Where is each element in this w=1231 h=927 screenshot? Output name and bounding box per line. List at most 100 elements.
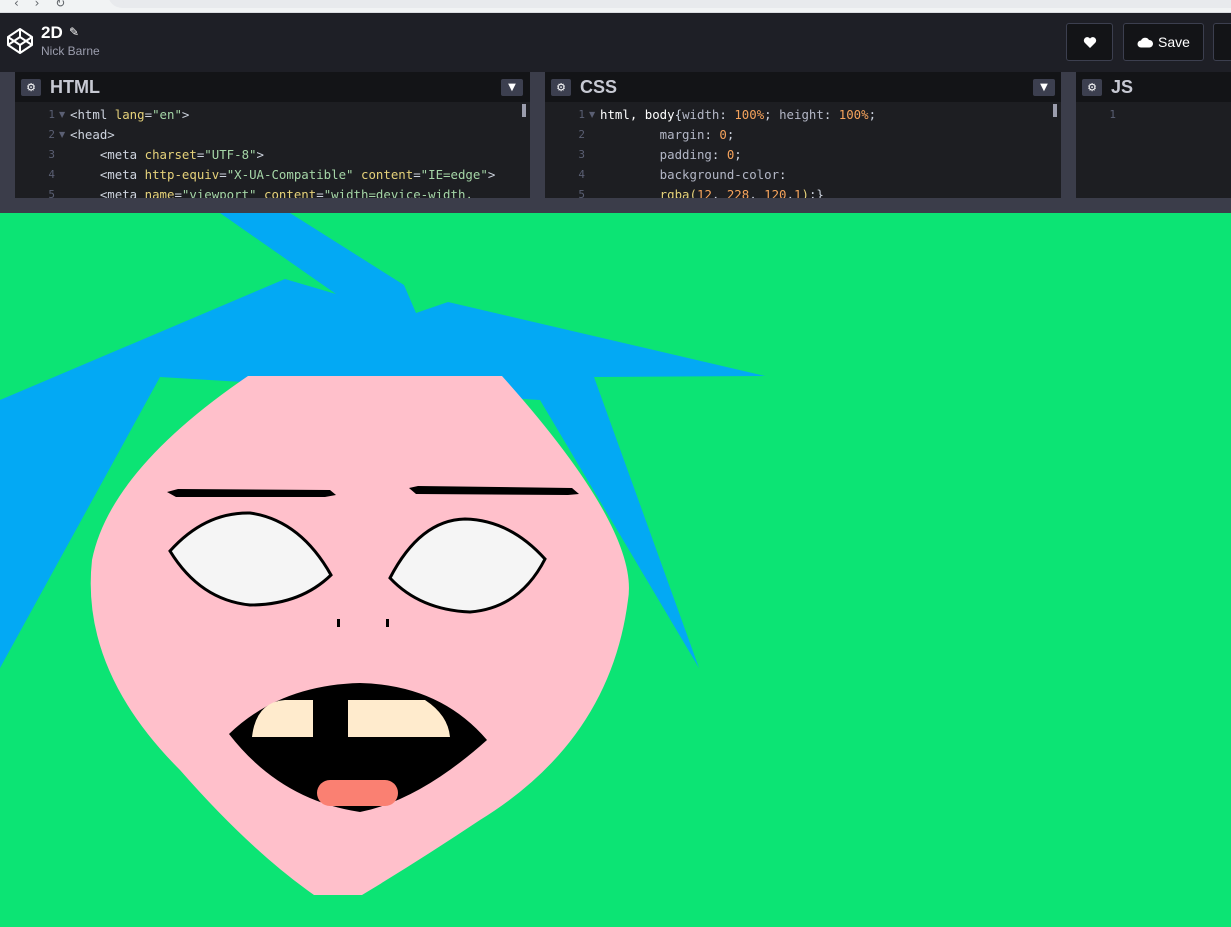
gear-icon[interactable]: ⚙	[1082, 79, 1102, 96]
code-token: =	[413, 167, 421, 182]
code-token: 0	[719, 127, 727, 142]
code-token: =	[316, 187, 324, 198]
more-button[interactable]	[1213, 23, 1231, 61]
code-line[interactable]: 4 <meta http-equiv="X-UA-Compatible" con…	[15, 165, 530, 185]
code-token: background-color	[600, 167, 780, 182]
line-number: 5	[578, 188, 585, 198]
code-token: ;	[734, 147, 742, 162]
codepen-logo-icon[interactable]	[6, 27, 34, 55]
preview-pane[interactable]	[0, 213, 1231, 927]
editor-header: ⚙ HTML ▼	[15, 72, 530, 102]
line-number: 4	[578, 168, 585, 181]
fold-arrow-icon[interactable]: ▼	[589, 105, 595, 125]
save-label: Save	[1158, 34, 1190, 50]
scrollbar[interactable]	[1053, 104, 1057, 117]
code-text: html, body{width: 100%; height: 100%;	[600, 105, 876, 125]
code-token: content	[264, 187, 317, 198]
code-token: ,	[749, 187, 765, 198]
code-token: =	[174, 187, 182, 198]
code-text: <meta name="viewport" content="width=dev…	[70, 185, 473, 198]
code-line[interactable]: 1 ▼ <html lang="en">	[15, 105, 530, 125]
chevron-down-icon[interactable]: ▼	[501, 79, 523, 96]
css-editor[interactable]: ⚙ CSS ▼ 1 ▼ html, body{width: 100%; height…	[545, 72, 1061, 198]
editor-title: JS	[1111, 77, 1134, 97]
code-line[interactable]: 1 ▼ html, body{width: 100%; height: 100%;	[545, 105, 1061, 125]
pen-title[interactable]: 2D	[41, 23, 63, 43]
gear-icon[interactable]: ⚙	[21, 79, 41, 96]
code-line[interactable]: 2 margin: 0;	[545, 125, 1061, 145]
code-token: 12	[696, 187, 712, 198]
code-area[interactable]: 1 ▼ <html lang="en"> 2 ▼ <head> 3 <meta charse…	[15, 105, 530, 198]
fold-arrow-icon[interactable]: ▼	[59, 105, 65, 125]
code-token: padding	[600, 147, 712, 162]
code-token: ;	[868, 107, 877, 122]
line-number: 1	[578, 108, 585, 121]
code-token: margin	[600, 127, 705, 142]
line-number: 2	[578, 128, 585, 141]
code-token: =	[219, 167, 227, 182]
resize-handle[interactable]	[0, 198, 1231, 213]
cloud-icon	[1137, 37, 1154, 47]
code-token: >	[487, 167, 496, 182]
code-token: width	[682, 107, 720, 122]
code-text: rgba(12, 228, 120,1);}	[600, 185, 824, 198]
code-line[interactable]: 5 <meta name="viewport" content="width=d…	[15, 185, 530, 198]
code-area[interactable]: 1	[1076, 105, 1231, 125]
code-text: padding: 0;	[600, 145, 742, 165]
editor-header: ⚙ JS	[1076, 72, 1231, 102]
code-token: "UTF-8"	[204, 147, 257, 162]
code-line[interactable]: 3 <meta charset="UTF-8">	[15, 145, 530, 165]
code-line[interactable]: 2 ▼ <head>	[15, 125, 530, 145]
code-line[interactable]: 1	[1076, 105, 1231, 125]
code-line[interactable]: 4 background-color:	[545, 165, 1061, 185]
line-number: 4	[48, 168, 55, 181]
heart-icon	[1083, 36, 1096, 48]
code-token: content	[360, 167, 414, 182]
editor-title: CSS	[580, 77, 618, 97]
js-editor[interactable]: ⚙ JS 1	[1076, 72, 1231, 198]
code-token: ;	[764, 107, 780, 122]
scrollbar[interactable]	[522, 104, 526, 117]
save-button[interactable]: Save	[1123, 23, 1204, 61]
author-name[interactable]: Nick Barne	[41, 44, 100, 58]
code-text: margin: 0;	[600, 125, 735, 145]
code-token: <meta	[70, 167, 145, 182]
code-token: rgba(	[600, 187, 697, 198]
love-button[interactable]	[1066, 23, 1113, 61]
pencil-icon[interactable]: ✎	[69, 25, 79, 39]
code-token: 100%	[734, 107, 765, 122]
html-editor[interactable]: ⚙ HTML ▼ 1 ▼ <html lang="en"> 2 ▼ <head> 3 <me…	[15, 72, 530, 198]
code-token: html, body	[600, 107, 675, 122]
gear-icon[interactable]: ⚙	[551, 79, 571, 96]
address-bar[interactable]	[108, 0, 1231, 8]
right-nostril	[386, 619, 389, 627]
code-area[interactable]: 1 ▼ html, body{width: 100%; height: 100%; 2…	[545, 105, 1061, 198]
code-token: >	[256, 147, 264, 162]
code-text: <head>	[70, 125, 115, 145]
chevron-down-icon[interactable]: ▼	[1033, 79, 1055, 96]
drawing-canvas	[0, 213, 765, 895]
fold-arrow-icon[interactable]: ▼	[59, 125, 65, 145]
browser-nav-icons[interactable]: ‹ › ↻	[14, 0, 71, 10]
code-line[interactable]: 3 padding: 0;	[545, 145, 1061, 165]
code-token: "X-UA-Compatible"	[226, 167, 354, 182]
line-number: 1	[48, 108, 55, 121]
code-token: =	[144, 107, 153, 122]
code-token: charset	[144, 147, 197, 162]
code-line[interactable]: 5 rgba(12, 228, 120,1);}	[545, 185, 1061, 198]
code-token: http-equiv	[144, 167, 220, 182]
code-text: <html lang="en">	[70, 105, 189, 125]
code-text: <meta http-equiv="X-UA-Compatible" conte…	[70, 165, 495, 185]
code-token: ,	[786, 187, 794, 198]
line-number: 1	[1109, 108, 1116, 121]
code-token: name	[144, 187, 175, 198]
code-token: :	[823, 107, 839, 122]
code-token: lang	[114, 107, 145, 122]
code-token: {	[674, 107, 683, 122]
code-token: "en"	[152, 107, 182, 122]
code-token: ;	[726, 127, 735, 142]
code-token: <head>	[70, 127, 115, 142]
left-eyebrow	[167, 489, 336, 497]
code-token: ,	[711, 187, 727, 198]
